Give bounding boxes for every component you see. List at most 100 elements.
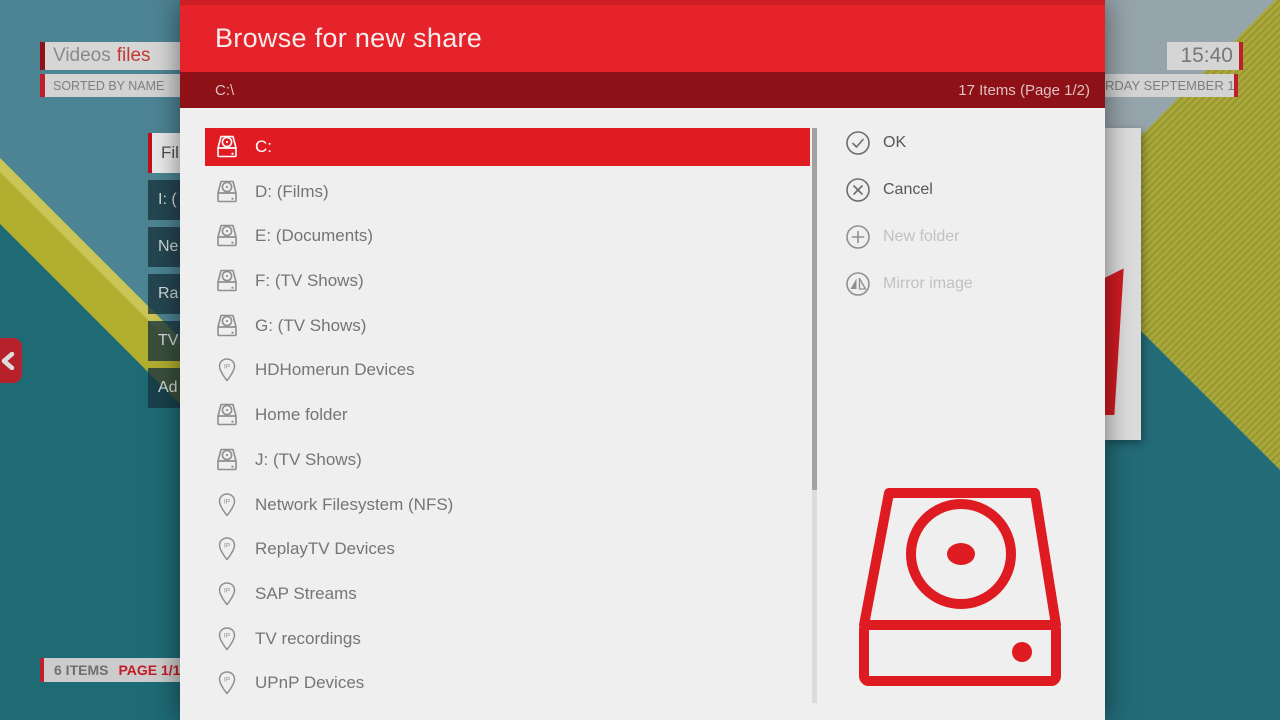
share-list-item[interactable]: IP ReplayTV Devices (205, 530, 810, 568)
network-ip-icon: IP (213, 535, 241, 563)
close-circle-icon (845, 177, 871, 203)
background-left: Videos files SORTED BY NAME Fil I: ( Ne … (0, 0, 180, 720)
network-ip-icon: IP (213, 356, 241, 384)
page-indicator: PAGE 1/1 (118, 662, 180, 678)
back-button[interactable] (0, 338, 22, 383)
share-list-item-label: F: (TV Shows) (255, 271, 364, 291)
share-list-item-label: Home folder (255, 405, 348, 425)
share-list-item[interactable]: Home folder (205, 396, 810, 434)
network-ip-icon: IP (213, 491, 241, 519)
hard-drive-icon (213, 222, 241, 250)
bg-file-item[interactable]: Ra (148, 274, 180, 314)
bg-file-item-selected[interactable]: Fil (148, 133, 180, 173)
cancel-button[interactable]: Cancel (845, 177, 973, 203)
dialog-title: Browse for new share (215, 23, 482, 54)
hard-drive-icon (213, 312, 241, 340)
bg-file-item-label: TV (158, 332, 178, 350)
bg-file-item[interactable]: I: ( (148, 180, 180, 220)
back-chevron-icon (0, 352, 16, 370)
sort-order-bar: SORTED BY NAME (40, 74, 180, 97)
hard-drive-illustration (856, 486, 1064, 686)
bg-file-item-label: Ad (158, 379, 178, 397)
share-list-item[interactable]: D: (Films) (205, 173, 810, 211)
browse-share-dialog: Browse for new share C:\ 17 Items (Page … (180, 0, 1105, 720)
library-title: Videos (53, 45, 111, 67)
hard-drive-icon (213, 178, 241, 206)
sort-order-label: SORTED BY NAME (53, 79, 164, 93)
check-circle-icon (845, 130, 871, 156)
dialog-header: Browse for new share (180, 0, 1105, 72)
new-folder-button[interactable]: New folder (845, 224, 973, 250)
poster-card (1105, 128, 1141, 440)
hard-drive-icon (213, 133, 241, 161)
dialog-path-bar: C:\ 17 Items (Page 1/2) (180, 72, 1105, 108)
share-list-item-label: ReplayTV Devices (255, 539, 395, 559)
share-list-item-label: Network Filesystem (NFS) (255, 495, 453, 515)
kodi-screen: Videos files SORTED BY NAME Fil I: ( Ne … (0, 0, 1280, 720)
item-count: 17 Items (Page 1/2) (958, 82, 1090, 99)
share-list-item-label: J: (TV Shows) (255, 450, 362, 470)
bg-file-item-label: Ra (158, 285, 178, 303)
share-list-item[interactable]: IP Network Filesystem (NFS) (205, 486, 810, 524)
network-ip-icon: IP (213, 580, 241, 608)
date-label: RDAY SEPTEMBER 13 (1105, 78, 1238, 93)
hard-drive-icon (213, 446, 241, 474)
items-count-bar: 6 ITEMS PAGE 1/1 (40, 658, 180, 682)
share-list-item-label: C: (255, 137, 272, 157)
share-list-item[interactable]: IP SAP Streams (205, 575, 810, 613)
ok-button[interactable]: OK (845, 130, 973, 156)
clock-bar: 15:40 (1167, 42, 1243, 70)
list-scrollbar[interactable] (812, 128, 817, 703)
share-list-item[interactable]: IP HDHomerun Devices (205, 351, 810, 389)
share-list-item-label: HDHomerun Devices (255, 360, 415, 380)
bg-file-item[interactable]: Ne (148, 227, 180, 267)
dialog-actions: OK Cancel New folder (845, 130, 973, 297)
cancel-button-label: Cancel (883, 181, 933, 199)
share-list-item-label: G: (TV Shows) (255, 316, 366, 336)
mirror-circle-icon (845, 271, 871, 297)
share-list-item[interactable]: J: (TV Shows) (205, 441, 810, 479)
current-path: C:\ (215, 82, 234, 99)
share-list: C: D: (Films) (205, 128, 810, 702)
new-folder-button-label: New folder (883, 228, 959, 246)
share-list-item-label: SAP Streams (255, 584, 357, 604)
date-bar: RDAY SEPTEMBER 13 (1105, 74, 1238, 97)
svg-text:IP: IP (224, 543, 230, 550)
background-right: 15:40 RDAY SEPTEMBER 13 (1105, 0, 1280, 720)
svg-text:IP: IP (224, 364, 230, 371)
bg-file-item[interactable]: Ad (148, 368, 180, 408)
bg-file-item[interactable]: TV (148, 321, 180, 361)
bg-file-item-label: Ne (158, 238, 178, 256)
share-list-item[interactable]: G: (TV Shows) (205, 307, 810, 345)
svg-text:IP: IP (224, 587, 230, 594)
share-list-item[interactable]: IP TV recordings (205, 620, 810, 658)
mirror-image-button-label: Mirror image (883, 275, 973, 293)
share-list-item[interactable]: F: (TV Shows) (205, 262, 810, 300)
svg-text:IP: IP (224, 498, 230, 505)
plus-circle-icon (845, 224, 871, 250)
scrollbar-thumb[interactable] (812, 128, 817, 490)
share-list-item-label: UPnP Devices (255, 673, 364, 693)
svg-text:IP: IP (224, 677, 230, 684)
bg-file-item-label: Fil (161, 143, 179, 163)
share-list-item-label: E: (Documents) (255, 226, 373, 246)
network-ip-icon: IP (213, 625, 241, 653)
svg-text:IP: IP (224, 632, 230, 639)
items-count: 6 ITEMS (54, 662, 108, 678)
share-list-item-selected[interactable]: C: (205, 128, 810, 166)
library-title-secondary: files (117, 45, 151, 67)
share-list-item[interactable]: E: (Documents) (205, 217, 810, 255)
mirror-image-button[interactable]: Mirror image (845, 271, 973, 297)
ok-button-label: OK (883, 134, 906, 152)
poster-artwork (1105, 128, 1141, 440)
network-ip-icon: IP (213, 669, 241, 697)
share-list-item-label: D: (Films) (255, 182, 329, 202)
hard-drive-icon (213, 267, 241, 295)
hard-drive-icon (213, 401, 241, 429)
share-list-item-label: TV recordings (255, 629, 361, 649)
bg-file-item-label: I: ( (158, 191, 177, 209)
share-list-item[interactable]: IP UPnP Devices (205, 664, 810, 702)
dialog-body: C: D: (Films) (180, 108, 1105, 720)
clock-time: 15:40 (1180, 44, 1233, 68)
library-title-bar: Videos files (40, 42, 180, 70)
